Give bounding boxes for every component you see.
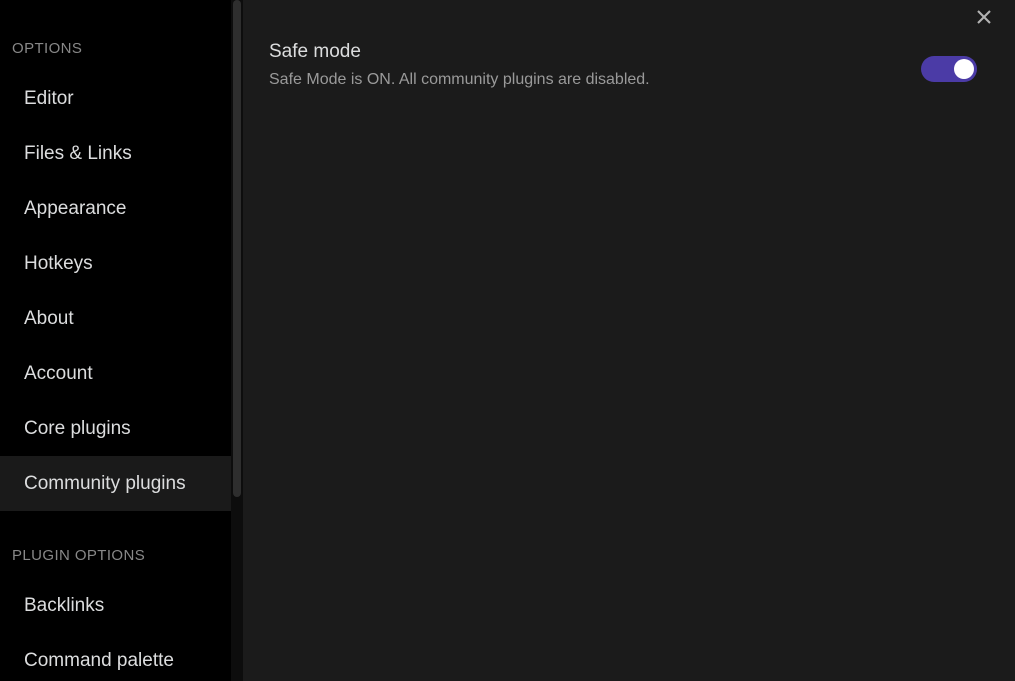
sidebar-section-header-plugin-options: PLUGIN OPTIONS [12,547,146,564]
sidebar-item-label: About [24,308,74,329]
setting-name: Safe mode [269,41,361,62]
sidebar-item-label: Community plugins [24,473,186,494]
sidebar-scrollbar-track[interactable] [231,0,243,681]
sidebar-item-editor[interactable]: Editor [0,71,231,126]
sidebar-item-core-plugins[interactable]: Core plugins [0,401,231,456]
settings-modal: OPTIONS Editor Files & Links Appearance … [0,0,1015,681]
sidebar-item-community-plugins[interactable]: Community plugins [0,456,231,511]
sidebar-item-label: Core plugins [24,418,131,439]
setting-description: Safe Mode is ON. All community plugins a… [269,71,650,88]
sidebar-scroll-content: OPTIONS Editor Files & Links Appearance … [0,36,231,681]
sidebar-group-options: Editor Files & Links Appearance Hotkeys … [0,71,231,511]
sidebar-section-header-options: OPTIONS [12,40,83,57]
sidebar-item-label: Account [24,363,93,384]
sidebar-item-account[interactable]: Account [0,346,231,401]
sidebar-item-label: Command palette [24,650,174,671]
sidebar-item-appearance[interactable]: Appearance [0,181,231,236]
close-button[interactable] [970,3,998,31]
sidebar-item-label: Files & Links [24,143,132,164]
setting-item-safe-mode: Safe mode Safe Mode is ON. All community… [269,0,989,91]
sidebar-item-command-palette[interactable]: Command palette [0,633,231,681]
sidebar-item-label: Appearance [24,198,127,219]
close-icon [974,7,994,27]
sidebar-item-label: Editor [24,88,74,109]
sidebar-item-label: Backlinks [24,595,105,616]
settings-content-panel: Safe mode Safe Mode is ON. All community… [231,0,1015,681]
sidebar-group-plugin-options: Backlinks Command palette [0,578,231,681]
setting-info: Safe mode Safe Mode is ON. All community… [269,39,650,91]
sidebar-scrollbar-thumb[interactable] [233,0,241,497]
safe-mode-toggle[interactable] [921,56,977,82]
sidebar-item-label: Hotkeys [24,253,93,274]
toggle-knob [954,59,974,79]
sidebar-item-hotkeys[interactable]: Hotkeys [0,236,231,291]
sidebar-item-backlinks[interactable]: Backlinks [0,578,231,633]
sidebar-item-about[interactable]: About [0,291,231,346]
sidebar-item-files-and-links[interactable]: Files & Links [0,126,231,181]
settings-sidebar: OPTIONS Editor Files & Links Appearance … [0,0,231,681]
